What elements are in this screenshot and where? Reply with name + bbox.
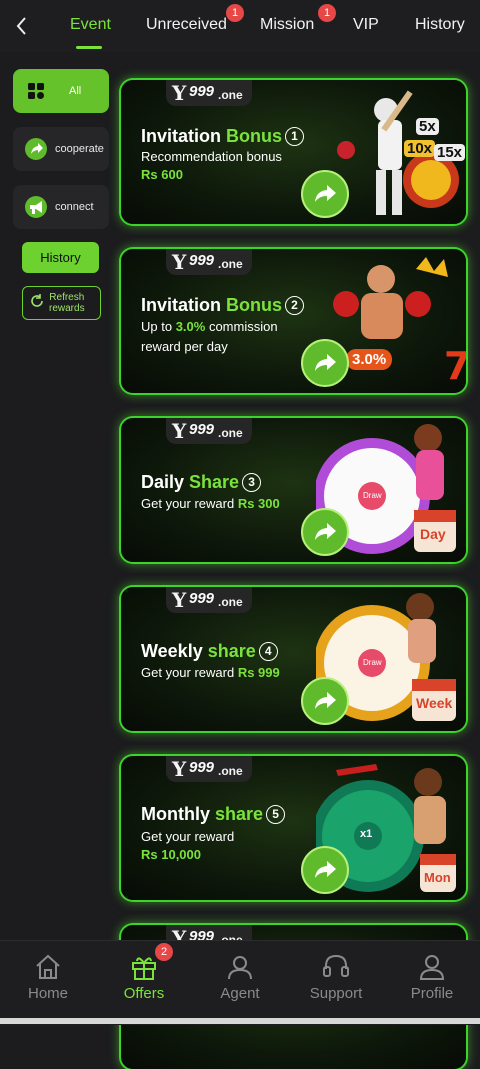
sidebar-item-label: cooperate: [55, 143, 104, 155]
card-title: Weekly share 4: [141, 641, 278, 662]
card-title: Monthly share 5: [141, 804, 286, 825]
multiplier-10x: 10x: [404, 140, 436, 157]
nav-agent[interactable]: Agent: [200, 953, 280, 1002]
refresh-rewards-button[interactable]: Refresh rewards: [22, 286, 101, 320]
profile-icon: [419, 955, 445, 980]
event-card-invitation-bonus-1[interactable]: Y 999 .one Invitation Bonus 1 Recommendatio…: [121, 80, 466, 224]
brand-logo: Y999.one: [166, 80, 252, 106]
grid-icon: [21, 76, 51, 106]
nav-home[interactable]: Home: [8, 953, 88, 1002]
go-arrow-button[interactable]: [301, 846, 349, 894]
headset-icon: [323, 954, 349, 977]
go-arrow-button[interactable]: [301, 508, 349, 556]
card-title: Invitation Bonus 2: [141, 295, 304, 316]
tab-event[interactable]: Event: [70, 16, 111, 34]
percent-burst: 3.0%: [346, 349, 393, 370]
month-calendar-label: Mon: [424, 870, 451, 885]
refresh-icon: [29, 293, 45, 314]
card-title: Invitation Bonus 1: [141, 126, 304, 147]
card-subtitle: Get your reward Rs 300: [141, 496, 280, 511]
home-icon: [36, 954, 60, 979]
agent-icon: [228, 956, 252, 980]
card-subtitle-2: reward per day: [141, 339, 228, 354]
tab-vip[interactable]: VIP: [353, 16, 379, 34]
event-card-weekly-share[interactable]: Y 999 .one Weekly share 4 Get your reward R…: [121, 587, 466, 731]
tab-history[interactable]: History: [415, 16, 465, 34]
tab-mission[interactable]: Mission: [260, 16, 314, 34]
brand-logo: Y999.one: [166, 418, 252, 444]
nav-support[interactable]: Support: [296, 953, 376, 1002]
gift-icon: [132, 957, 156, 980]
day-calendar-label: Day: [420, 526, 446, 542]
offers-badge: 2: [155, 943, 173, 961]
active-tab-indicator: [76, 46, 102, 49]
curved-arrow-icon: [315, 185, 336, 202]
sidebar-item-connect[interactable]: connect: [13, 185, 109, 229]
mission-badge: 1: [318, 4, 336, 22]
card-subtitle: Get your reward: [141, 829, 235, 844]
history-button[interactable]: History: [22, 242, 99, 273]
go-arrow-button[interactable]: [301, 677, 349, 725]
brand-logo: Y999.one: [166, 756, 252, 782]
sidebar-item-label: connect: [55, 201, 94, 213]
card-subtitle: Up to 3.0% commission: [141, 319, 278, 334]
go-arrow-button[interactable]: [301, 170, 349, 218]
nav-profile[interactable]: Profile: [392, 953, 472, 1002]
wheel-center-label: Draw: [363, 491, 382, 500]
share-arrow-icon: [21, 134, 51, 164]
brand-logo: Y999.one: [166, 587, 252, 613]
curved-arrow-icon: [315, 692, 336, 709]
bottom-nav-bar: Home Offers 2 Agent Support Profile: [0, 940, 480, 1025]
card-amount: Rs 10,000: [141, 847, 201, 862]
multiplier-5x: 5x: [416, 118, 439, 135]
card-subtitle: Get your reward Rs 999: [141, 665, 280, 680]
chevron-left-icon[interactable]: [10, 12, 34, 40]
event-card-monthly-share[interactable]: Y 999 .one Monthly share 5 Get your reward …: [121, 756, 466, 900]
brand-logo: Y999.one: [166, 249, 252, 275]
go-arrow-button[interactable]: [301, 339, 349, 387]
event-card-daily-share[interactable]: Y 999 .one Daily Share 3 Get your reward Rs…: [121, 418, 466, 562]
top-tab-bar: Event Unreceived 1 Mission 1 VIP History: [0, 0, 480, 52]
curved-arrow-icon: [315, 523, 336, 540]
refresh-label: Refresh rewards: [49, 292, 85, 314]
wheel-center-label: Draw: [363, 658, 382, 667]
system-home-indicator: [0, 1018, 480, 1024]
card-amount: Rs 600: [141, 167, 183, 182]
unreceived-badge: 1: [226, 4, 244, 22]
nav-offers[interactable]: Offers: [104, 953, 184, 1002]
sidebar-item-cooperate[interactable]: cooperate: [13, 127, 109, 171]
week-calendar-label: Week: [416, 695, 453, 711]
sidebar-item-label: All: [69, 85, 82, 97]
event-card-invitation-bonus-2[interactable]: Y 999 .one Invitation Bonus 2 Up to 3.0% co…: [121, 249, 466, 393]
svg-text:77: 77: [444, 344, 466, 388]
curved-arrow-icon: [315, 861, 336, 878]
card-title: Daily Share 3: [141, 472, 262, 493]
wheel-center-label: x1: [360, 828, 373, 840]
multiplier-15x: 15x: [434, 144, 466, 161]
megaphone-icon: [21, 192, 51, 222]
curved-arrow-icon: [315, 354, 336, 371]
card-subtitle: Recommendation bonus: [141, 149, 282, 164]
sidebar-item-all[interactable]: All: [13, 69, 109, 113]
tab-unreceived[interactable]: Unreceived: [146, 16, 227, 34]
